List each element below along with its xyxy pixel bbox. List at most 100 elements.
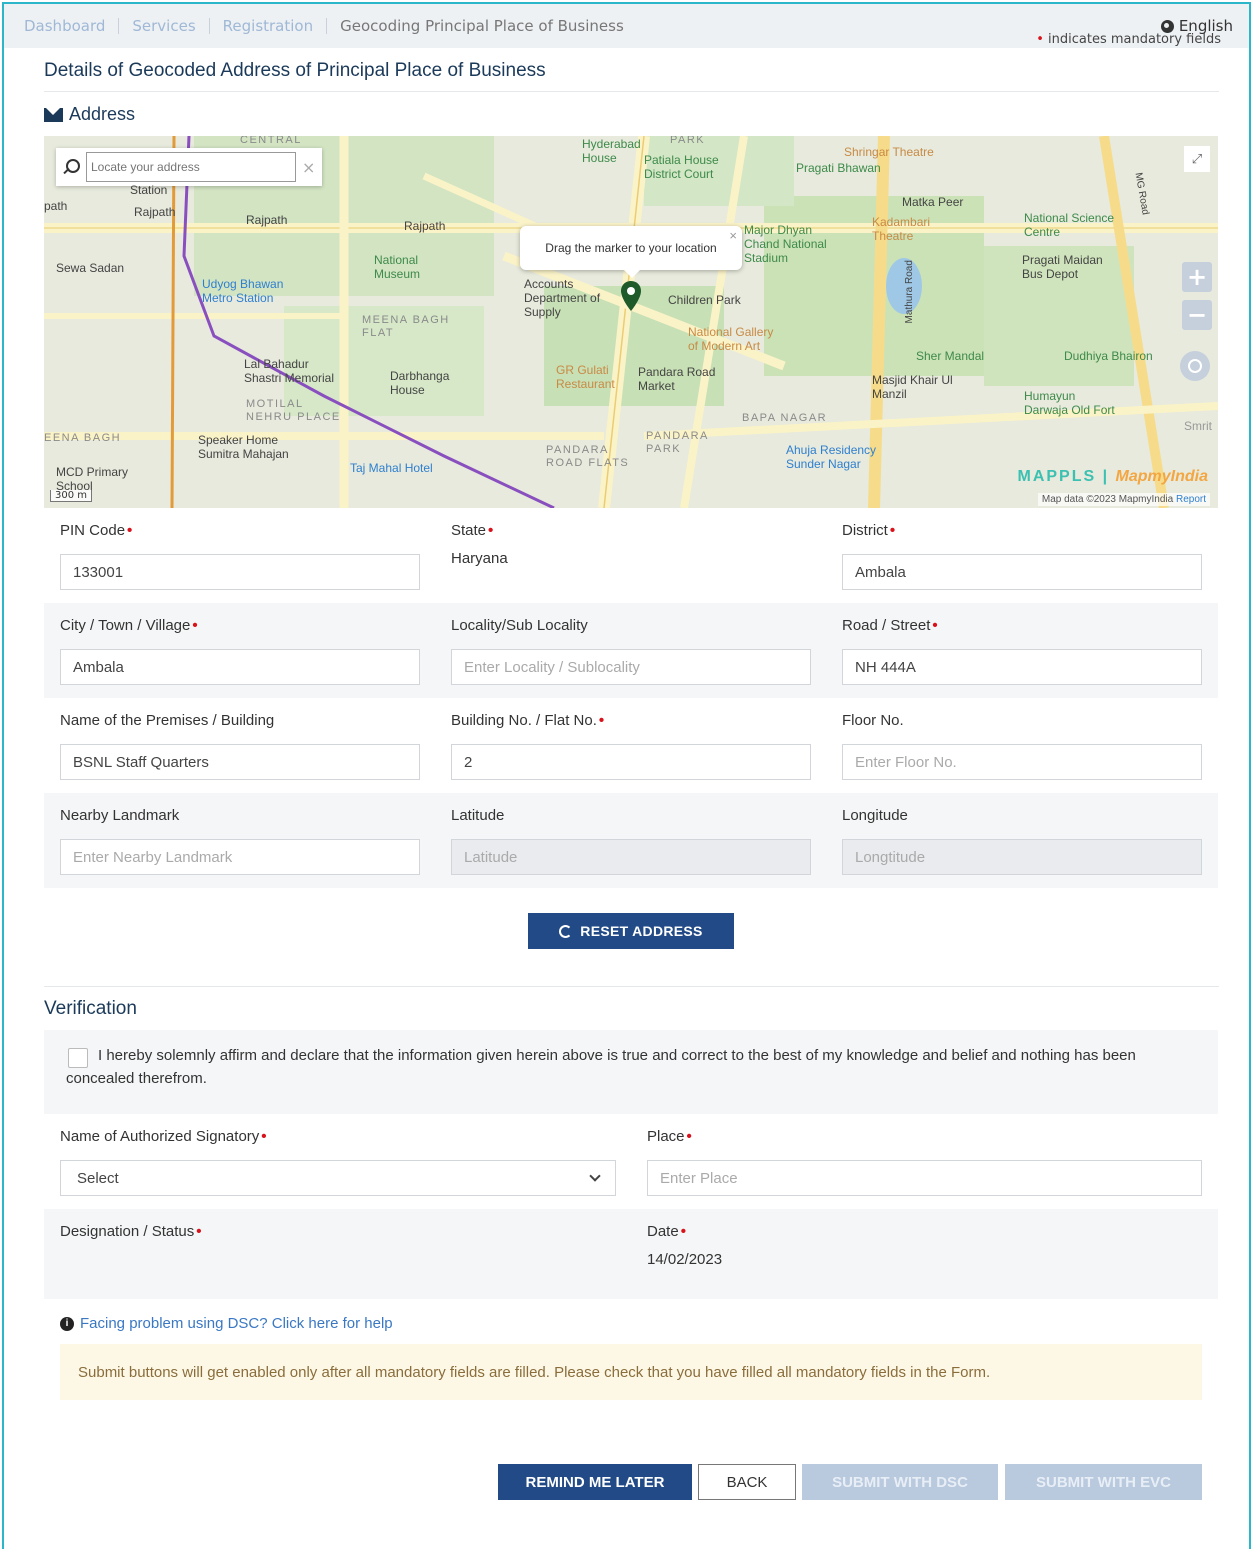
- submit-with-dsc-button[interactable]: SUBMIT WITH DSC: [802, 1464, 998, 1500]
- date-label-text: Date: [647, 1223, 679, 1240]
- address-row-3: Name of the Premises / Building Building…: [44, 698, 1218, 793]
- map-label: Hyderabad House: [582, 137, 641, 165]
- fullscreen-icon[interactable]: ⤢: [1184, 146, 1210, 172]
- latitude-input: [451, 839, 811, 875]
- map-label: EENA BAGH: [44, 432, 122, 444]
- required-asterisk: •: [488, 522, 494, 539]
- back-button[interactable]: BACK: [698, 1464, 796, 1500]
- map-brand-secondary: MapmyIndia: [1115, 468, 1208, 485]
- map-label: Pragati Bhawan: [796, 161, 881, 175]
- district-label-text: District: [842, 522, 888, 539]
- location-marker-icon[interactable]: [620, 280, 642, 312]
- map-label: National Museum: [374, 253, 421, 281]
- date-value: 14/02/2023: [647, 1251, 723, 1268]
- map-label: Smrit: [1184, 419, 1212, 433]
- map-label: Shringar Theatre: [844, 145, 934, 159]
- state-value: Haryana: [451, 550, 508, 567]
- breadcrumb-separator: [208, 18, 210, 34]
- map-label: Accounts Department of Supply: [524, 277, 601, 319]
- mandatory-note-text: indicates mandatory fields: [1048, 32, 1221, 47]
- building-no-input[interactable]: [451, 744, 811, 780]
- submit-with-evc-button[interactable]: SUBMIT WITH EVC: [1005, 1464, 1202, 1500]
- map-label: MOTILAL NEHRU PLACE: [246, 398, 341, 423]
- breadcrumb-current: Geocoding Principal Place of Business: [340, 17, 624, 35]
- breadcrumb-separator: [326, 18, 328, 34]
- map-label: Darbhanga House: [390, 369, 450, 397]
- declaration-checkbox[interactable]: [68, 1048, 88, 1068]
- map-label: Masjid Khair Ul Manzil: [872, 373, 953, 401]
- submit-info-alert: Submit buttons will get enabled only aft…: [60, 1344, 1202, 1400]
- address-row-4: Nearby Landmark Latitude Longitude: [44, 793, 1218, 888]
- place-label: Place •: [647, 1128, 692, 1145]
- building-no-label-text: Building No. / Flat No.: [451, 712, 597, 729]
- reset-address-label: RESET ADDRESS: [580, 923, 703, 939]
- map-label: Speaker Home Sumitra Mahajan: [198, 433, 289, 461]
- floor-label: Floor No.: [842, 712, 904, 729]
- map-label: Lal Bahadur Shastri Memorial: [244, 357, 335, 385]
- clear-search-icon[interactable]: ×: [302, 158, 315, 177]
- map-label: PANDARA PARK: [646, 430, 709, 455]
- required-asterisk: •: [889, 522, 896, 539]
- map-label: path: [44, 199, 68, 213]
- signatory-select[interactable]: Select: [60, 1160, 616, 1196]
- map-view[interactable]: × ⤢ + − Drag the marker to your location…: [44, 136, 1218, 508]
- landmark-input[interactable]: [60, 839, 420, 875]
- map-label: BAPA NAGAR: [742, 412, 828, 424]
- longitude-label: Longitude: [842, 807, 908, 824]
- envelope-icon: [44, 107, 63, 122]
- latitude-label: Latitude: [451, 807, 505, 824]
- search-icon[interactable]: [62, 158, 80, 176]
- state-label: State •: [451, 522, 493, 539]
- address-row-1: PIN Code• State• Haryana District•: [44, 508, 1218, 603]
- mandatory-note: • indicates mandatory fields: [1036, 32, 1221, 47]
- dsc-help-link[interactable]: i Facing problem using DSC? Click here f…: [60, 1315, 393, 1332]
- designation-label-text: Designation / Status: [60, 1223, 195, 1240]
- breadcrumb-dashboard[interactable]: Dashboard: [24, 17, 105, 35]
- map-credit-text: Map data ©2023 MapmyIndia: [1041, 494, 1174, 505]
- map-label: Matka Peer: [902, 195, 964, 209]
- place-input[interactable]: [647, 1160, 1202, 1196]
- zoom-out-button[interactable]: −: [1182, 300, 1212, 330]
- map-label: National Gallery of Modern Art: [688, 325, 774, 353]
- reset-address-button[interactable]: RESET ADDRESS: [528, 913, 734, 949]
- close-tooltip-icon[interactable]: ×: [729, 228, 737, 243]
- required-asterisk: •: [932, 617, 938, 634]
- state-label-text: State: [451, 522, 487, 539]
- city-input[interactable]: [60, 649, 420, 685]
- breadcrumb-registration[interactable]: Registration: [223, 17, 313, 35]
- map-brand-name: MAPPLS: [1017, 468, 1097, 485]
- remind-me-later-button[interactable]: REMIND ME LATER: [498, 1464, 692, 1500]
- my-location-icon[interactable]: [1180, 351, 1210, 381]
- map-label: PARK: [670, 136, 706, 146]
- premises-input[interactable]: [60, 744, 420, 780]
- map-label: Station: [130, 183, 168, 197]
- locate-address-input[interactable]: [86, 152, 296, 182]
- required-asterisk: •: [196, 1223, 202, 1240]
- map-label: Ahuja Residency Sunder Nagar: [786, 443, 877, 471]
- locality-label: Locality/Sub Locality: [451, 617, 588, 634]
- signatory-select-value: Select: [77, 1169, 119, 1187]
- declaration-box: I hereby solemnly affirm and declare tha…: [44, 1030, 1218, 1114]
- map-search-box: ×: [56, 148, 322, 186]
- breadcrumb-services[interactable]: Services: [132, 17, 195, 35]
- address-heading: Address: [44, 104, 135, 125]
- map-report-link[interactable]: Report: [1176, 494, 1206, 505]
- pin-code-input[interactable]: [60, 554, 420, 590]
- pin-code-label: PIN Code •: [60, 522, 132, 539]
- declaration-text: I hereby solemnly affirm and declare tha…: [66, 1047, 1136, 1087]
- dsc-help-text: Facing problem using DSC? Click here for…: [80, 1315, 393, 1332]
- locality-input[interactable]: [451, 649, 811, 685]
- map-label: Rajpath: [404, 219, 446, 233]
- verification-title: Verification: [44, 998, 137, 1019]
- signatory-row: Name of Authorized Signatory • Select Pla…: [44, 1114, 1218, 1209]
- map-label: Taj Mahal Hotel: [350, 461, 433, 475]
- district-label: District •: [842, 522, 895, 539]
- map-label: Humayun Darwaja Old Fort: [1024, 389, 1115, 417]
- district-input[interactable]: [842, 554, 1202, 590]
- required-asterisk: •: [192, 617, 198, 634]
- road-label-text: Road / Street: [842, 617, 931, 634]
- map-label: Pragati Maidan Bus Depot: [1022, 253, 1103, 281]
- floor-input[interactable]: [842, 744, 1202, 780]
- zoom-in-button[interactable]: +: [1182, 262, 1212, 292]
- road-input[interactable]: [842, 649, 1202, 685]
